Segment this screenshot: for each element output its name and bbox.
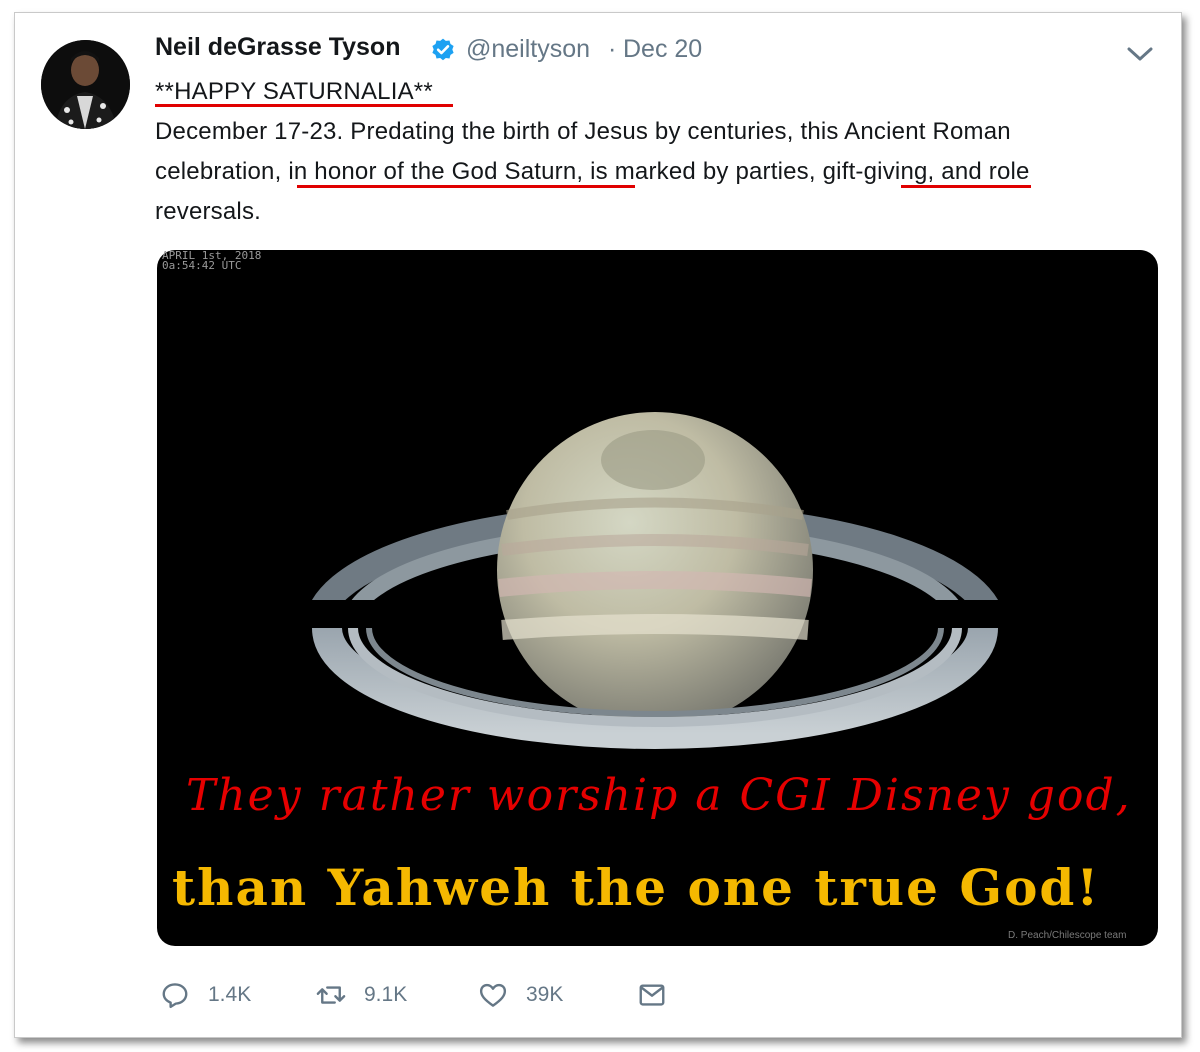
tweet-date[interactable]: Dec 20 bbox=[623, 35, 702, 64]
tweet-text-line-4: reversals. bbox=[155, 198, 262, 225]
verified-badge-icon bbox=[432, 38, 454, 61]
author-name[interactable]: Neil deGrasse Tyson bbox=[155, 33, 400, 62]
like-button[interactable]: 39K bbox=[478, 978, 563, 1012]
timestamp-line-2: 0a:54:42 UTC bbox=[162, 259, 242, 272]
retweet-count: 9.1K bbox=[364, 983, 408, 1006]
retweet-button[interactable]: 9.1K bbox=[316, 978, 407, 1012]
overlay-caption-line-1: They rather worship a CGI Disney god, bbox=[186, 770, 1132, 821]
reply-icon bbox=[162, 983, 188, 1009]
red-underline-3 bbox=[901, 185, 1031, 188]
red-underline-2 bbox=[297, 185, 635, 188]
reply-button[interactable]: 1.4K bbox=[160, 978, 251, 1012]
red-underline-1 bbox=[155, 104, 453, 107]
tweet-text-line-2: December 17-23. Predating the birth of J… bbox=[155, 118, 1011, 145]
direct-message-button[interactable] bbox=[637, 978, 685, 1012]
chevron-down-icon[interactable] bbox=[1126, 44, 1154, 64]
direct-message-icon bbox=[639, 984, 665, 1006]
like-icon bbox=[479, 983, 507, 1007]
like-count: 39K bbox=[526, 983, 564, 1006]
reply-count: 1.4K bbox=[208, 983, 252, 1006]
retweet-icon bbox=[316, 986, 346, 1004]
author-handle[interactable]: @neiltyson bbox=[466, 35, 590, 64]
tweet-text-line-1: **HAPPY SATURNALIA** bbox=[155, 78, 433, 105]
separator-dot: · bbox=[608, 35, 617, 63]
overlay-caption-line-2: than Yahweh the one true God! bbox=[172, 858, 1101, 917]
avatar[interactable] bbox=[41, 40, 130, 129]
tweet-text-line-3: celebration, in honor of the God Saturn,… bbox=[155, 158, 1030, 185]
image-credit: D. Peach/Chilescope team bbox=[1008, 930, 1127, 941]
image-timestamp: APRIL 1st, 2018 0a:54:42 UTC bbox=[162, 250, 261, 272]
tweet-image[interactable] bbox=[157, 250, 1158, 946]
